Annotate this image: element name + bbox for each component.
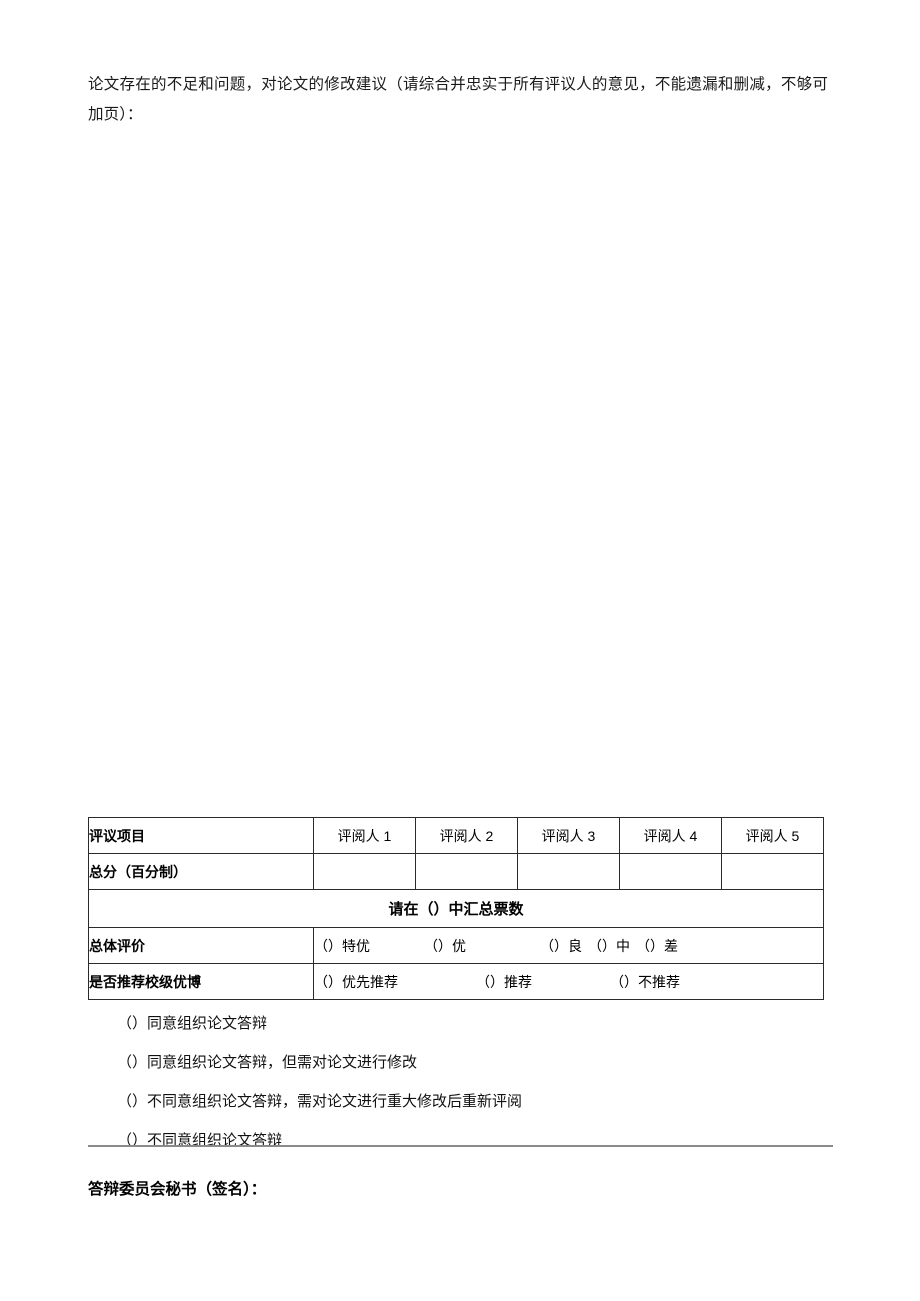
header-reviewer-1: 评阅人 1 bbox=[313, 817, 416, 854]
table-row: 请在（）中汇总票数 bbox=[88, 889, 824, 928]
header-reviewer-4: 评阅人 4 bbox=[619, 817, 722, 854]
option-not-recommend[interactable]: （）不推荐 bbox=[610, 972, 680, 992]
revision-suggestion-prompt: 论文存在的不足和问题，对论文的修改建议（请综合并忠实于所有评议人的意见，不能遗漏… bbox=[88, 76, 828, 123]
table-row: 是否推荐校级优博 （）优先推荐 （）推荐 （）不推荐 bbox=[88, 963, 824, 1000]
option-recommend[interactable]: （）推荐 bbox=[476, 972, 532, 992]
secretary-signature-label: 答辩委员会秘书（签名）： bbox=[88, 1181, 267, 1198]
list-item[interactable]: （）同意组织论文答辩，但需对论文进行修改 bbox=[88, 1044, 833, 1083]
table-row: 总体评价 （）特优 （）优 （）良 （）中 （）差 bbox=[88, 927, 824, 964]
list-item[interactable]: （）同意组织论文答辩 bbox=[88, 1005, 833, 1044]
list-item[interactable]: （）不同意组织论文答辩 bbox=[88, 1122, 833, 1161]
header-reviewer-3: 评阅人 3 bbox=[517, 817, 620, 854]
total-score-label: 总分（百分制） bbox=[88, 853, 314, 890]
option-priority-recommend[interactable]: （）优先推荐 bbox=[314, 972, 398, 992]
option-poor[interactable]: （）差 bbox=[636, 936, 678, 956]
list-item[interactable]: （）不同意组织论文答辩，需对论文进行重大修改后重新评阅 bbox=[88, 1083, 833, 1122]
option-good[interactable]: （）良 bbox=[540, 936, 582, 956]
overall-rating-label: 总体评价 bbox=[88, 927, 314, 964]
score-input-reviewer-1[interactable] bbox=[313, 853, 416, 890]
option-excellent-plus[interactable]: （）特优 bbox=[314, 936, 370, 956]
score-input-reviewer-3[interactable] bbox=[517, 853, 620, 890]
recommend-label: 是否推荐校级优博 bbox=[88, 963, 314, 1000]
score-input-reviewer-2[interactable] bbox=[415, 853, 518, 890]
option-excellent[interactable]: （）优 bbox=[424, 936, 466, 956]
score-input-reviewer-5[interactable] bbox=[721, 853, 824, 890]
score-input-reviewer-4[interactable] bbox=[619, 853, 722, 890]
header-reviewer-5: 评阅人 5 bbox=[721, 817, 824, 854]
decision-list: （）同意组织论文答辩 （）同意组织论文答辩，但需对论文进行修改 （）不同意组织论… bbox=[88, 1005, 833, 1161]
table-row: 总分（百分制） bbox=[88, 853, 824, 890]
table-header-row: 评议项目 评阅人 1 评阅人 2 评阅人 3 评阅人 4 评阅人 5 bbox=[88, 817, 824, 854]
evaluation-table: 评议项目 评阅人 1 评阅人 2 评阅人 3 评阅人 4 评阅人 5 总分（百分… bbox=[88, 817, 824, 1000]
header-item-label: 评议项目 bbox=[88, 817, 314, 854]
horizontal-divider bbox=[88, 1145, 833, 1147]
tally-instruction: 请在（）中汇总票数 bbox=[88, 889, 824, 928]
option-medium[interactable]: （）中 bbox=[588, 936, 630, 956]
overall-rating-options: （）特优 （）优 （）良 （）中 （）差 bbox=[313, 927, 824, 964]
document-page: 论文存在的不足和问题，对论文的修改建议（请综合并忠实于所有评议人的意见，不能遗漏… bbox=[0, 0, 920, 1301]
recommend-options: （）优先推荐 （）推荐 （）不推荐 bbox=[313, 963, 824, 1000]
header-reviewer-2: 评阅人 2 bbox=[415, 817, 518, 854]
